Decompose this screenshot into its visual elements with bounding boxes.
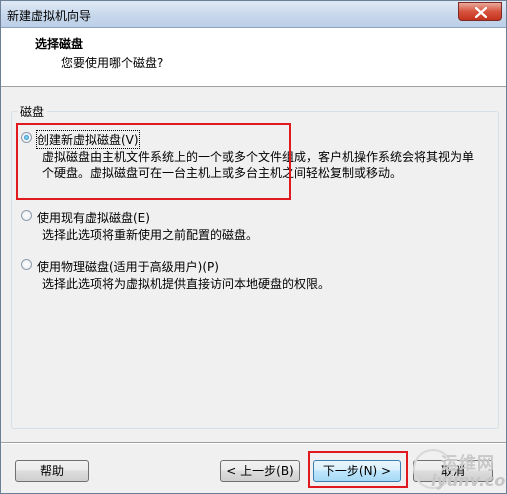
close-icon <box>475 7 487 18</box>
page-title: 选择磁盘 <box>35 37 84 51</box>
use-physical-disk-radio[interactable] <box>21 259 32 270</box>
help-button[interactable]: 帮助 <box>15 460 89 482</box>
watermark-logo: 运维网 iyunv.com <box>413 447 506 493</box>
use-existing-disk-description: 选择此选项将重新使用之前配置的磁盘。 <box>42 228 259 242</box>
page-subtitle: 您要使用哪个磁盘? <box>61 56 164 70</box>
window-title: 新建虚拟机向导 <box>7 9 92 23</box>
highlight-box-next <box>308 451 408 488</box>
use-existing-disk-radio[interactable] <box>21 210 32 221</box>
use-existing-disk-label[interactable]: 使用现有虚拟磁盘(E) <box>37 209 150 226</box>
title-bar[interactable]: 新建虚拟机向导 <box>1 1 506 28</box>
use-physical-disk-description: 选择此选项将为虚拟机提供直接访问本地硬盘的权限。 <box>42 277 331 291</box>
footer-separator <box>1 442 506 444</box>
watermark-en: iyunv.com <box>431 471 506 490</box>
wizard-header: 选择磁盘 您要使用哪个磁盘? <box>1 28 506 87</box>
close-button[interactable] <box>458 2 502 21</box>
use-physical-disk-label[interactable]: 使用物理磁盘(适用于高级用户)(P) <box>37 258 219 275</box>
back-button[interactable]: < 上一步(B) <box>220 460 300 482</box>
highlight-box-create-disk <box>16 123 291 200</box>
wizard-window: 新建虚拟机向导 选择磁盘 您要使用哪个磁盘? 磁盘 创建新虚拟磁盘(V) 虚拟磁… <box>0 0 507 494</box>
disk-group-label: 磁盘 <box>17 103 48 120</box>
